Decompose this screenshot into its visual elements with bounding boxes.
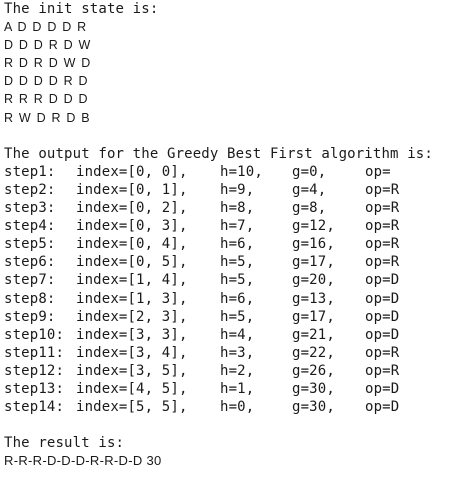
init-grid: A D D D D R D D D R D W R D R D W D D D … (4, 18, 459, 127)
step-h-value: h=5, (220, 254, 255, 271)
step-index: index=[0, 1], (76, 181, 188, 198)
step-g-value: g=13, (292, 290, 335, 307)
step-op: op=R (365, 218, 400, 235)
step-g-value: g=4, (292, 181, 327, 198)
step-g-value: g=17, (292, 254, 335, 271)
step-h-value: h=9, (220, 181, 255, 198)
step-index: index=[5, 5], (76, 399, 188, 416)
step-index: index=[4, 5], (76, 380, 188, 397)
step-index: index=[0, 5], (76, 254, 188, 271)
step-index: index=[1, 4], (76, 272, 188, 289)
step-index: index=[0, 2], (76, 200, 188, 217)
result-path: R-R-R-D-D-D-R-R-D-D 30 (4, 453, 162, 469)
step-row: step14: index=[5, 5], h=0, g=30, op=D (4, 398, 459, 416)
step-op: op=D (365, 326, 400, 343)
step-label: step11: (4, 344, 65, 361)
step-g-value: g=17, (292, 308, 335, 325)
step-h-value: h=5, (220, 308, 255, 325)
step-row: step11: index=[3, 4], h=3, g=22, op=R (4, 344, 459, 362)
result-heading: The result is: (4, 435, 125, 452)
step-index: index=[1, 3], (76, 290, 188, 307)
step-index: index=[3, 4], (76, 344, 188, 361)
step-g-value: g=26, (292, 362, 335, 379)
console-output: The init state is: A D D D D R D D D R D… (4, 0, 459, 470)
step-row: step9: index=[2, 3], h=5, g=17, op=D (4, 308, 459, 326)
step-h-value: h=7, (220, 218, 255, 235)
step-g-value: g=12, (292, 218, 335, 235)
step-row: step4: index=[0, 3], h=7, g=12, op=R (4, 217, 459, 235)
step-label: step14: (4, 399, 65, 416)
step-row: step7: index=[1, 4], h=5, g=20, op=D (4, 271, 459, 289)
step-label: step1: (4, 163, 56, 180)
step-g-value: g=30, (292, 380, 335, 397)
step-row: step1: index=[0, 0], h=10, g=0, op= (4, 163, 459, 181)
step-row: step2: index=[0, 1], h=9, g=4, op=R (4, 181, 459, 199)
step-index: index=[3, 5], (76, 362, 188, 379)
step-label: step12: (4, 362, 65, 379)
step-op: op=D (365, 380, 400, 397)
step-h-value: h=6, (220, 236, 255, 253)
step-label: step8: (4, 290, 56, 307)
step-op: op=R (365, 254, 400, 271)
step-op: op=R (365, 181, 400, 198)
step-g-value: g=30, (292, 399, 335, 416)
step-h-value: h=3, (220, 344, 255, 361)
output-heading: The output for the Greedy Best First alg… (4, 145, 433, 162)
step-h-value: h=5, (220, 272, 255, 289)
step-index: index=[0, 3], (76, 218, 188, 235)
step-g-value: g=8, (292, 200, 327, 217)
step-label: step6: (4, 254, 56, 271)
step-op: op=D (365, 272, 400, 289)
step-h-value: h=1, (220, 380, 255, 397)
step-op: op=R (365, 344, 400, 361)
step-label: step7: (4, 272, 56, 289)
step-op: op=R (365, 362, 400, 379)
grid-row: R R R D D D (4, 92, 89, 107)
step-row: step13: index=[4, 5], h=1, g=30, op=D (4, 380, 459, 398)
step-g-value: g=0, (292, 163, 327, 180)
step-g-value: g=16, (292, 236, 335, 253)
grid-row: D D D D R D (4, 74, 89, 89)
step-op: op= (365, 163, 391, 180)
step-op: op=D (365, 399, 400, 416)
grid-row: R D R D W D (4, 56, 92, 71)
step-label: step5: (4, 236, 56, 253)
step-h-value: h=6, (220, 290, 255, 307)
step-row: step5: index=[0, 4], h=6, g=16, op=R (4, 235, 459, 253)
step-row: step10: index=[3, 3], h=4, g=21, op=D (4, 326, 459, 344)
grid-row: D D D R D W (4, 38, 92, 53)
step-op: op=D (365, 290, 400, 307)
step-g-value: g=22, (292, 344, 335, 361)
step-label: step4: (4, 218, 56, 235)
step-op: op=R (365, 200, 400, 217)
step-index: index=[2, 3], (76, 308, 188, 325)
step-op: op=D (365, 308, 400, 325)
step-h-value: h=0, (220, 399, 255, 416)
step-h-value: h=8, (220, 200, 255, 217)
step-label: step13: (4, 380, 65, 397)
init-state-heading: The init state is: (4, 1, 159, 17)
step-g-value: g=21, (292, 326, 335, 343)
step-op: op=R (365, 236, 400, 253)
step-label: step3: (4, 200, 56, 217)
step-label: step9: (4, 308, 56, 325)
step-row: step3: index=[0, 2], h=8, g=8, op=R (4, 199, 459, 217)
step-h-value: h=2, (220, 362, 255, 379)
step-label: step2: (4, 181, 56, 198)
step-row: step8: index=[1, 3], h=6, g=13, op=D (4, 290, 459, 308)
grid-row: A D D D D R (4, 20, 88, 35)
step-index: index=[3, 3], (76, 326, 188, 343)
step-row: step12: index=[3, 5], h=2, g=26, op=R (4, 362, 459, 380)
step-row: step6: index=[0, 5], h=5, g=17, op=R (4, 253, 459, 271)
step-list: step1: index=[0, 0], h=10, g=0, op= step2: ind… (4, 163, 459, 416)
step-label: step10: (4, 326, 65, 343)
step-index: index=[0, 4], (76, 236, 188, 253)
step-index: index=[0, 0], (76, 163, 188, 180)
step-h-value: h=4, (220, 326, 255, 343)
step-g-value: g=20, (292, 272, 335, 289)
step-h-value: h=10, (220, 163, 263, 180)
grid-row: R W D R D B (4, 110, 91, 125)
